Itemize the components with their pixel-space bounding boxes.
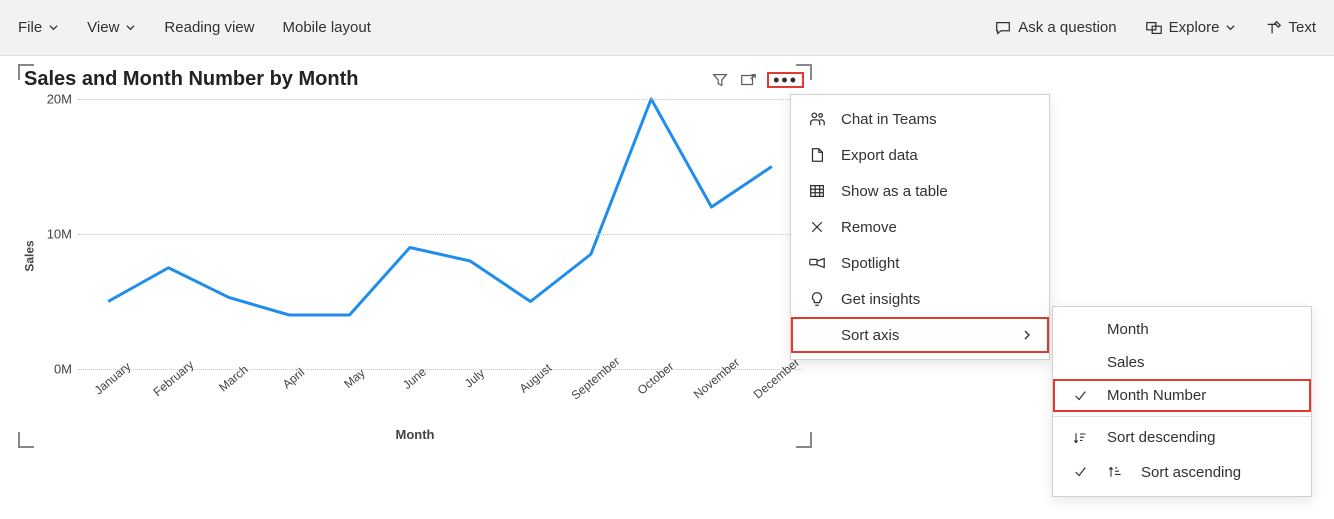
chart-visual[interactable]: Sales and Month Number by Month ••• Sale…: [20, 66, 810, 446]
selection-handle[interactable]: [18, 64, 34, 80]
x-axis-label: Month: [20, 427, 810, 442]
explore-menu[interactable]: Explore: [1145, 19, 1237, 37]
grid-line: [78, 234, 802, 235]
menu-item-chat-teams[interactable]: Chat in Teams: [791, 101, 1049, 137]
explore-icon: [1145, 19, 1163, 37]
y-axis-tick: 20M: [32, 92, 72, 107]
chart-title: Sales and Month Number by Month: [24, 68, 701, 91]
sort-axis-submenu: Month Sales Month Number Sort descending…: [1052, 306, 1312, 497]
selection-handle[interactable]: [796, 432, 812, 448]
sort-desc-icon: [1071, 430, 1089, 446]
view-menu[interactable]: View: [87, 19, 136, 36]
text-button[interactable]: Text: [1264, 19, 1316, 37]
menu-item-insights[interactable]: Get insights: [791, 281, 1049, 317]
mobile-layout-button[interactable]: Mobile layout: [282, 19, 370, 36]
top-toolbar: File View Reading view Mobile layout Ask…: [0, 0, 1334, 56]
lightbulb-icon: [807, 289, 827, 309]
grid-line: [78, 99, 802, 100]
menu-item-show-table[interactable]: Show as a table: [791, 173, 1049, 209]
view-label: View: [87, 19, 119, 36]
chevron-down-icon: [48, 22, 59, 33]
selection-handle[interactable]: [18, 432, 34, 448]
chevron-right-icon: [1021, 329, 1033, 341]
sort-option-month[interactable]: Month: [1053, 313, 1311, 346]
sort-asc-icon: [1107, 462, 1123, 482]
chat-bubble-icon: [994, 19, 1012, 37]
teams-icon: [807, 109, 827, 129]
focus-mode-icon[interactable]: [739, 71, 757, 89]
sort-option-sales[interactable]: Sales: [1053, 346, 1311, 379]
ask-question-button[interactable]: Ask a question: [994, 19, 1116, 37]
chevron-down-icon: [125, 22, 136, 33]
table-icon: [807, 181, 827, 201]
file-label: File: [18, 19, 42, 36]
y-axis-tick: 10M: [32, 227, 72, 242]
export-icon: [807, 145, 827, 165]
filter-icon[interactable]: [711, 71, 729, 89]
check-icon: [1071, 465, 1089, 479]
chart-line: [108, 99, 772, 315]
menu-item-spotlight[interactable]: Spotlight: [791, 245, 1049, 281]
sort-option-month-number[interactable]: Month Number: [1053, 379, 1311, 412]
y-axis-label: Sales: [23, 240, 37, 271]
sort-descending[interactable]: Sort descending: [1053, 421, 1311, 454]
text-icon: [1264, 19, 1282, 37]
spotlight-icon: [807, 253, 827, 273]
chevron-down-icon: [1225, 22, 1236, 33]
close-icon: [807, 217, 827, 237]
menu-divider: [1053, 416, 1311, 417]
check-icon: [1071, 389, 1089, 403]
ellipsis-icon: •••: [773, 75, 798, 85]
more-options-menu: Chat in Teams Export data Show as a tabl…: [790, 94, 1050, 360]
chart-plot-area: 0M10M20MJanuaryFebruaryMarchAprilMayJune…: [78, 99, 802, 369]
menu-item-sort-axis[interactable]: Sort axis: [791, 317, 1049, 353]
menu-item-export-data[interactable]: Export data: [791, 137, 1049, 173]
sort-ascending[interactable]: Sort ascending: [1053, 454, 1311, 490]
reading-view-button[interactable]: Reading view: [164, 19, 254, 36]
selection-handle[interactable]: [796, 64, 812, 80]
file-menu[interactable]: File: [18, 19, 59, 36]
y-axis-tick: 0M: [32, 362, 72, 377]
menu-item-remove[interactable]: Remove: [791, 209, 1049, 245]
